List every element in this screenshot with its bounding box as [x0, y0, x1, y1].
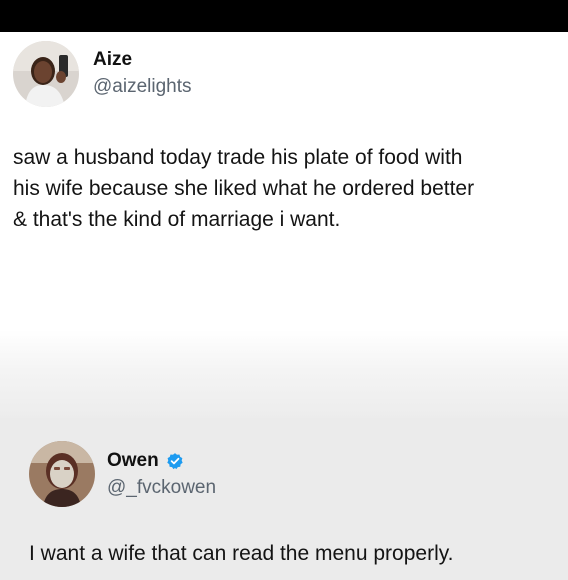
- username-handle[interactable]: @_fvckowen: [107, 477, 216, 499]
- avatar[interactable]: [13, 41, 79, 107]
- tweet-text-line: & that's the kind of marriage i want.: [13, 208, 341, 231]
- username-handle[interactable]: @aizelights: [93, 76, 192, 98]
- display-name[interactable]: Aize: [93, 49, 132, 71]
- avatar[interactable]: [29, 441, 95, 507]
- tweet-text: I want a wife that can read the menu pro…: [29, 542, 454, 565]
- tweet-text-line: saw a husband today trade his plate of f…: [13, 146, 463, 169]
- profile-photo-icon: [13, 41, 79, 107]
- verified-badge-icon: [167, 453, 183, 470]
- top-bar: [0, 0, 568, 32]
- profile-photo-icon: [29, 441, 95, 507]
- tweet-text: saw a husband today trade his plate of f…: [13, 142, 474, 235]
- display-name[interactable]: Owen: [107, 450, 159, 472]
- tweet-text-line: his wife because she liked what he order…: [13, 177, 475, 200]
- tweet-divider-gradient: [0, 330, 568, 420]
